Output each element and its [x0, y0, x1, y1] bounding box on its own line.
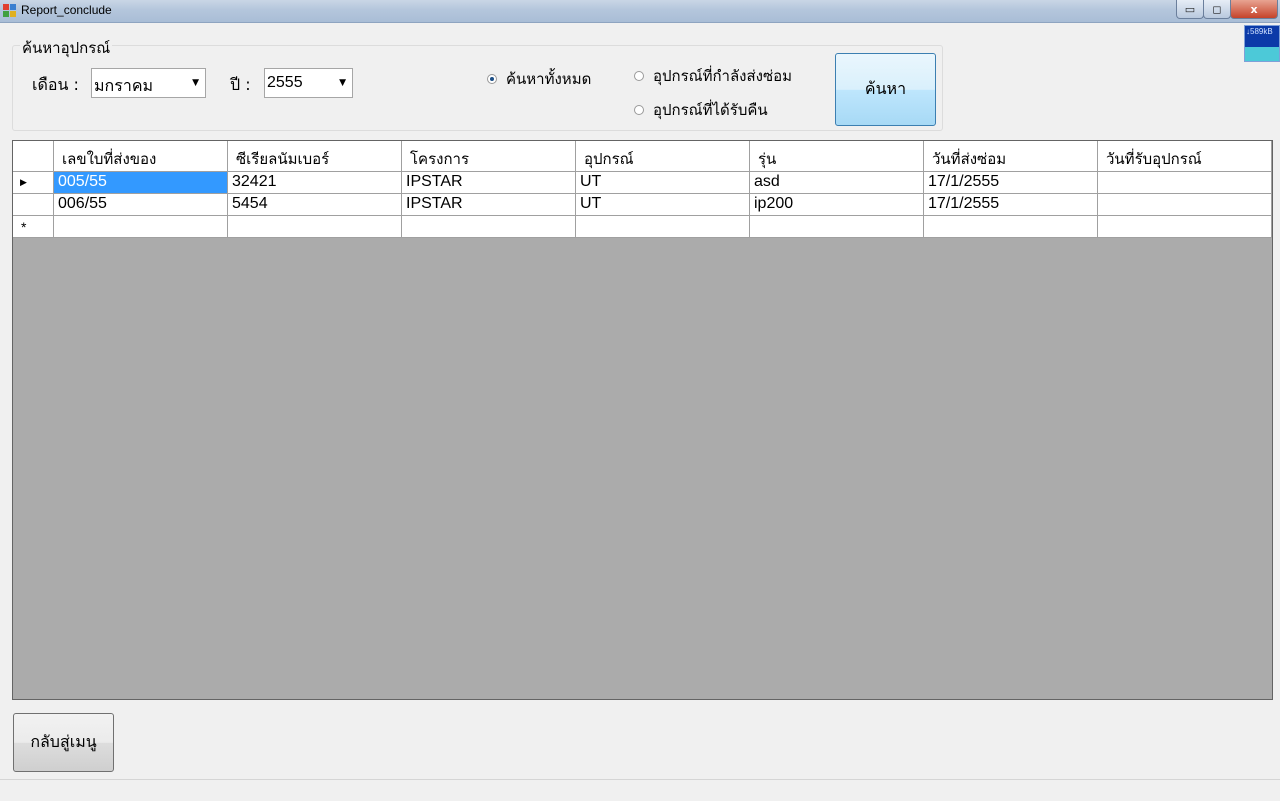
table-cell[interactable]: 005/55 — [54, 172, 228, 194]
month-label: เดือน : — [32, 75, 79, 94]
close-button[interactable]: x — [1230, 0, 1278, 19]
radio-returned-label: อุปกรณ์ที่ได้รับคืน — [653, 101, 768, 119]
month-value: มกราคม — [94, 78, 154, 95]
app-icon — [3, 4, 17, 18]
table-cell[interactable] — [54, 216, 228, 238]
column-header[interactable]: รุ่น — [750, 141, 924, 172]
column-header[interactable]: วันที่รับอุปกรณ์ — [1098, 141, 1272, 172]
column-header[interactable]: วันที่ส่งซ่อม — [924, 141, 1098, 172]
table-cell[interactable] — [576, 216, 750, 238]
results-datagrid[interactable]: เลขใบที่ส่งของ ซีเรียลนัมเบอร์ โครงการ อ… — [12, 140, 1273, 700]
close-icon: x — [1250, 2, 1258, 16]
table-cell[interactable] — [228, 216, 402, 238]
status-bar — [0, 779, 1280, 801]
new-row-star-icon: * — [21, 219, 27, 235]
table-cell[interactable] — [1098, 216, 1272, 238]
search-button-label: ค้นหา — [864, 79, 907, 98]
table-cell[interactable]: 17/1/2555 — [924, 194, 1098, 216]
table-cell[interactable] — [1098, 172, 1272, 194]
month-dropdown[interactable]: มกราคม ▼ — [91, 68, 206, 98]
table-cell[interactable]: 32421 — [228, 172, 402, 194]
year-label: ปี : — [230, 75, 251, 94]
column-header[interactable]: โครงการ — [402, 141, 576, 172]
chevron-down-icon: ▼ — [192, 78, 199, 88]
column-header[interactable]: ซีเรียลนัมเบอร์ — [228, 141, 402, 172]
title-bar: Report_conclude ▭ ◻ x — [0, 0, 1280, 23]
radio-search-all-label: ค้นหาทั้งหมด — [506, 70, 592, 88]
year-value: 2555 — [267, 74, 303, 91]
column-header[interactable]: เลขใบที่ส่งของ — [54, 141, 228, 172]
table-cell[interactable] — [1098, 194, 1272, 216]
grid-header-row: เลขใบที่ส่งของ ซีเรียลนัมเบอร์ โครงการ อ… — [13, 141, 1272, 172]
row-header[interactable]: ▶ — [13, 172, 54, 194]
row-header[interactable] — [13, 194, 54, 216]
table-row[interactable]: ▶ 005/55 32421 IPSTAR UT asd 17/1/2555 — [13, 172, 1272, 194]
network-graph — [1245, 47, 1279, 61]
window-title: Report_conclude — [21, 3, 112, 17]
row-header-corner — [13, 141, 54, 172]
table-cell[interactable] — [750, 216, 924, 238]
table-row[interactable]: 006/55 5454 IPSTAR UT ip200 17/1/2555 — [13, 194, 1272, 216]
back-to-menu-button[interactable]: กลับสู่เมนู — [13, 713, 114, 772]
table-cell[interactable]: IPSTAR — [402, 194, 576, 216]
table-cell[interactable]: 17/1/2555 — [924, 172, 1098, 194]
current-row-arrow-icon: ▶ — [20, 177, 27, 187]
row-header[interactable]: * — [13, 216, 54, 238]
minimize-button[interactable]: ▭ — [1176, 0, 1204, 19]
table-cell[interactable]: IPSTAR — [402, 172, 576, 194]
column-header[interactable]: อุปกรณ์ — [576, 141, 750, 172]
radio-returned[interactable]: อุปกรณ์ที่ได้รับคืน — [634, 98, 768, 122]
table-cell[interactable]: asd — [750, 172, 924, 194]
radio-checked-icon — [487, 74, 497, 84]
radio-search-all[interactable]: ค้นหาทั้งหมด — [487, 67, 591, 91]
table-cell[interactable] — [402, 216, 576, 238]
network-meter-widget: ↓589kB — [1244, 25, 1280, 62]
table-cell[interactable]: ip200 — [750, 194, 924, 216]
minimize-icon: ▭ — [1184, 2, 1196, 16]
table-cell[interactable] — [924, 216, 1098, 238]
year-dropdown[interactable]: 2555 ▼ — [264, 68, 353, 98]
table-cell[interactable]: 5454 — [228, 194, 402, 216]
chevron-down-icon: ▼ — [339, 78, 346, 88]
search-group-legend: ค้นหาอุปกรณ์ — [20, 36, 113, 60]
table-cell[interactable]: UT — [576, 194, 750, 216]
network-speed-text: ↓589kB — [1246, 27, 1273, 36]
maximize-button[interactable]: ◻ — [1203, 0, 1231, 19]
back-to-menu-label: กลับสู่เมนู — [30, 732, 97, 751]
table-cell[interactable]: UT — [576, 172, 750, 194]
radio-in-repair-label: อุปกรณ์ที่กำลังส่งซ่อม — [653, 67, 793, 85]
new-row[interactable]: * — [13, 216, 1272, 238]
radio-in-repair[interactable]: อุปกรณ์ที่กำลังส่งซ่อม — [634, 64, 792, 88]
table-cell[interactable]: 006/55 — [54, 194, 228, 216]
search-button[interactable]: ค้นหา — [835, 53, 936, 126]
maximize-icon: ◻ — [1212, 2, 1222, 16]
radio-unchecked-icon — [634, 71, 644, 81]
radio-unchecked-icon — [634, 105, 644, 115]
